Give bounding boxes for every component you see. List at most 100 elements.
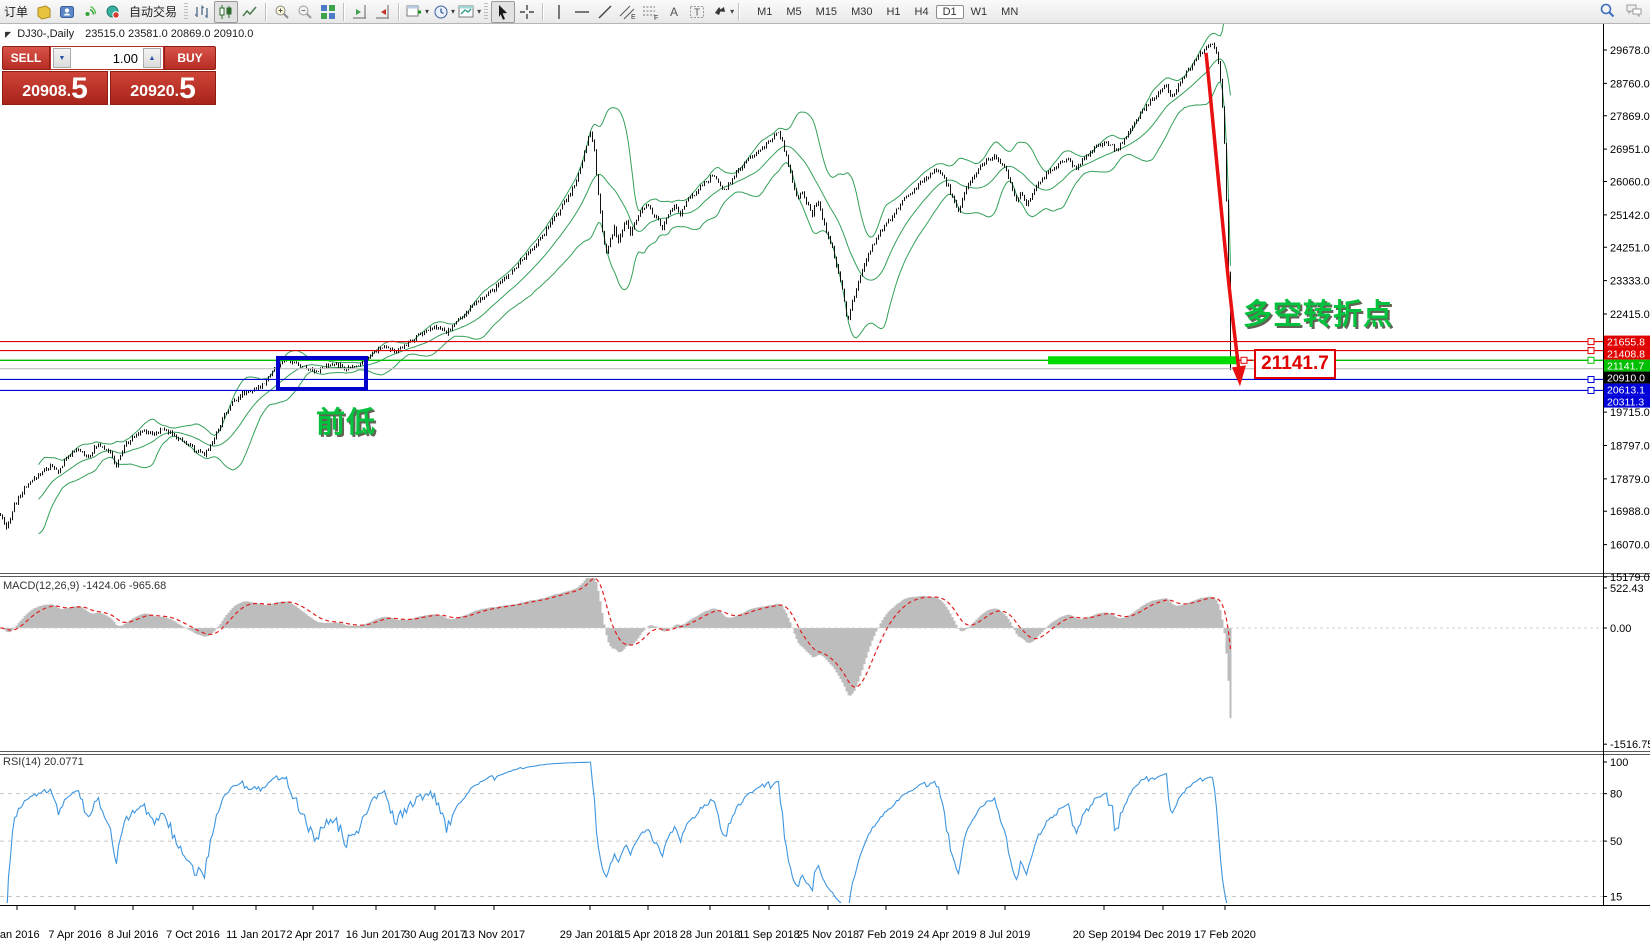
macd-indicator-label: MACD(12,26,9) -1424.06 -965.68 [3, 580, 166, 592]
address-book-icon[interactable] [33, 2, 55, 22]
top-toolbar: 订单 自动交易 ▾ ▾ ▾ E F A T ▾ M1M5M15M30H1H4D1… [0, 0, 1650, 24]
hline-handle[interactable] [1588, 387, 1594, 393]
date-axis-label: 4 Dec 2019 [1135, 929, 1191, 941]
hline-price-tag-text: 20311.3 [1607, 397, 1644, 409]
timeframe-mn[interactable]: MN [994, 5, 1025, 19]
chat-icon[interactable] [1624, 1, 1644, 22]
price-axis-label: 27869.0 [1610, 111, 1650, 123]
bid-price-panel[interactable]: 20908. 5 [2, 71, 108, 105]
period-clock-caret[interactable]: ▾ [451, 7, 455, 16]
price-axis-label: 19715.0 [1610, 407, 1650, 419]
arrows-tool-icon[interactable] [709, 2, 731, 22]
svg-text:E: E [631, 14, 636, 21]
toolbar-grip [484, 3, 488, 21]
auto-scroll-icon[interactable] [372, 2, 394, 22]
turning-point-annotation[interactable]: 多空转折点 [1243, 291, 1393, 333]
cursor-tool-icon[interactable] [491, 1, 515, 23]
template-caret[interactable]: ▾ [477, 7, 481, 16]
toolbar-separator [542, 3, 544, 21]
arrows-tool-caret[interactable]: ▾ [730, 7, 734, 16]
price-axis-label: 23333.0 [1610, 276, 1650, 288]
timeframe-h4[interactable]: H4 [908, 5, 936, 19]
horizontal-line-tool-icon[interactable] [571, 2, 593, 22]
svg-text:T: T [694, 7, 700, 18]
timeframe-h1[interactable]: H1 [879, 5, 907, 19]
chart-svg: 29678.028760.027869.026951.026060.025142… [0, 0, 1650, 948]
vertical-line-tool-icon[interactable] [548, 2, 570, 22]
timeframe-w1[interactable]: W1 [964, 5, 995, 19]
rsi-indicator-label: RSI(14) 20.0771 [3, 756, 84, 768]
price-axis-label: 28760.0 [1610, 78, 1650, 90]
signal-icon[interactable] [79, 2, 101, 22]
callout-anchor-handle[interactable] [1241, 357, 1247, 363]
new-order-button[interactable]: 订单 [0, 3, 32, 20]
date-axis-label: 28 Jun 2018 [680, 929, 741, 941]
template-window-icon[interactable] [456, 2, 478, 22]
date-axis-label: 7 Apr 2016 [48, 929, 101, 941]
hline-handle[interactable] [1588, 357, 1594, 363]
timeframe-m30[interactable]: M30 [844, 5, 879, 19]
bollinger-bands [39, 0, 1231, 534]
terminal-user-icon[interactable] [56, 2, 78, 22]
zoom-out-icon[interactable] [294, 2, 316, 22]
hline-price-tag-text: 20910.0 [1607, 373, 1645, 385]
timeframe-m1[interactable]: M1 [750, 5, 779, 19]
equidistant-channel-tool-icon[interactable]: E [617, 2, 639, 22]
date-axis-label: 2 Apr 2017 [286, 929, 339, 941]
rsi-axis-label: 50 [1610, 836, 1622, 848]
support-highlight-bar[interactable] [1048, 356, 1237, 364]
add-indicator-caret[interactable]: ▾ [425, 7, 429, 16]
trendline-tool-icon[interactable] [594, 2, 616, 22]
auto-trading-button[interactable]: 自动交易 [125, 3, 181, 20]
period-clock-icon[interactable] [430, 2, 452, 22]
date-axis-label: 13 Nov 2017 [463, 929, 525, 941]
one-click-toggle-icon[interactable]: ◤ [5, 30, 11, 39]
zoom-in-icon[interactable] [271, 2, 293, 22]
svg-text:F: F [654, 15, 658, 21]
macd-histogram [1, 573, 1231, 718]
date-axis-label: 8 Jul 2019 [980, 929, 1031, 941]
date-axis-label: 17 Feb 2020 [1194, 929, 1256, 941]
date-axis-label: 20 Sep 2019 [1073, 929, 1135, 941]
volume-decrease-button[interactable]: ▼ [53, 48, 71, 68]
buy-button[interactable]: BUY [164, 46, 216, 70]
date-axis-label: 7 Feb 2019 [858, 929, 914, 941]
add-indicator-icon[interactable] [404, 2, 426, 22]
rsi-axis-label: 15 [1610, 891, 1622, 903]
date-axis-label: 11 Jan 2017 [226, 929, 286, 941]
timeframe-d1[interactable]: D1 [936, 5, 964, 19]
hline-handle[interactable] [1588, 348, 1594, 354]
text-label-tool-icon[interactable]: T [686, 2, 708, 22]
sell-button[interactable]: SELL [2, 46, 50, 70]
previous-low-annotation[interactable]: 前低 [316, 399, 376, 441]
chart-shift-icon[interactable] [349, 2, 371, 22]
line-chart-type-icon[interactable] [239, 2, 261, 22]
price-callout-box[interactable]: 21141.7 [1254, 349, 1336, 379]
svg-text:A: A [670, 5, 678, 19]
bar-chart-type-icon[interactable] [191, 2, 213, 22]
macd-axis-label: -1516.75 [1610, 739, 1650, 751]
ask-price-panel[interactable]: 20920. 5 [110, 71, 216, 105]
date-axis-label: 30 Aug 2017 [404, 929, 466, 941]
timeframe-m15[interactable]: M15 [809, 5, 844, 19]
crosshair-tool-icon[interactable] [516, 2, 538, 22]
price-axis-label: 25142.0 [1610, 210, 1650, 222]
timeframe-m5[interactable]: M5 [779, 5, 808, 19]
price-axis-label: 22415.0 [1610, 309, 1650, 321]
candles [1, 43, 1231, 530]
candlestick-chart-type-icon[interactable] [214, 1, 238, 23]
crash-arrow-head [1232, 365, 1246, 386]
fibonacci-tool-icon[interactable]: F [640, 2, 662, 22]
text-tool-icon[interactable]: A [663, 2, 685, 22]
date-axis-label: 25 Nov 2018 [797, 929, 859, 941]
date-axis-label: 8 Jul 2016 [108, 929, 159, 941]
volume-input[interactable]: 1.00 [73, 51, 141, 66]
rsi-axis-label: 80 [1610, 789, 1622, 801]
toolbar-separator [738, 3, 740, 21]
hline-handle[interactable] [1588, 339, 1594, 345]
price-axis-label: 26951.0 [1610, 144, 1650, 156]
tile-windows-icon[interactable] [317, 2, 339, 22]
search-icon[interactable] [1598, 1, 1616, 22]
hline-handle[interactable] [1588, 376, 1594, 382]
volume-increase-button[interactable]: ▲ [143, 48, 161, 68]
